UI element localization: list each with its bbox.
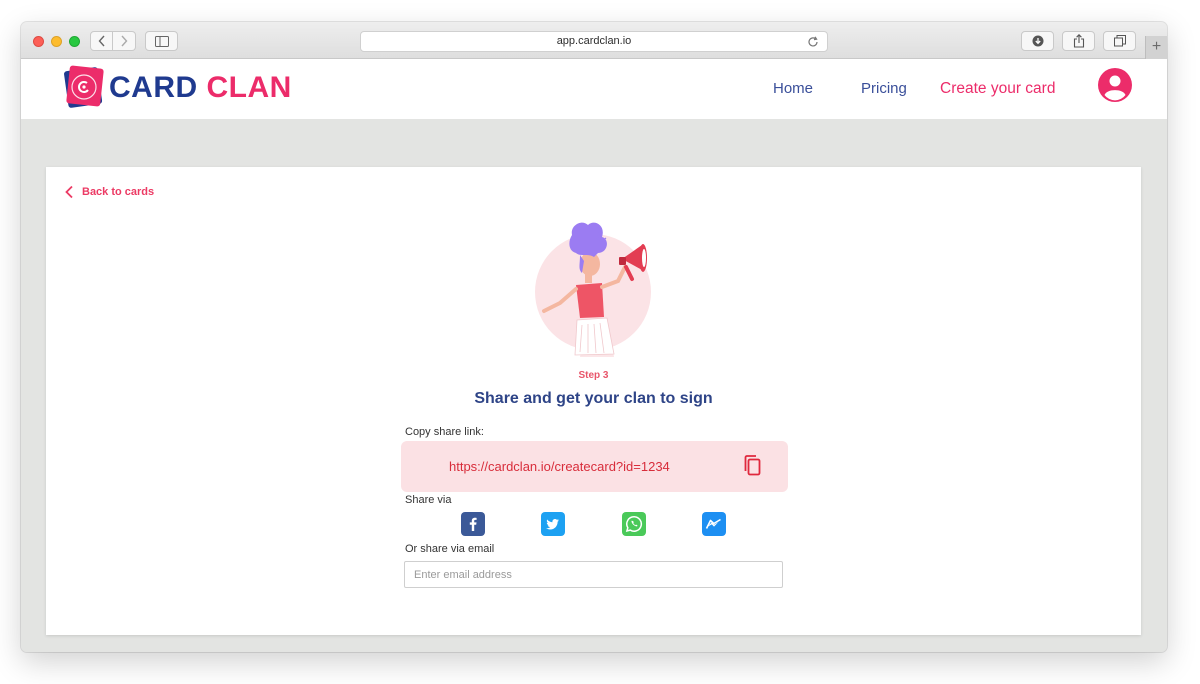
browser-window: app.cardclan.io + CARD CLAN Home Pricing… xyxy=(21,22,1167,652)
back-button[interactable] xyxy=(90,31,113,51)
reload-icon[interactable] xyxy=(807,32,819,54)
share-via-label: Share via xyxy=(405,494,452,506)
share-messenger-button[interactable] xyxy=(702,512,726,536)
share-whatsapp-button[interactable] xyxy=(622,512,646,536)
email-input[interactable] xyxy=(404,561,783,588)
share-page-button[interactable] xyxy=(1062,31,1095,51)
user-avatar[interactable] xyxy=(1098,68,1132,102)
logo[interactable]: CARD CLAN xyxy=(62,64,362,114)
downloads-button[interactable] xyxy=(1021,31,1054,51)
forward-button[interactable] xyxy=(113,31,136,51)
tabs-overview-button[interactable] xyxy=(1103,31,1136,51)
user-icon xyxy=(1104,75,1126,101)
browser-titlebar: app.cardclan.io + xyxy=(21,22,1167,59)
step-label: Step 3 xyxy=(578,370,609,381)
address-bar[interactable]: app.cardclan.io xyxy=(360,31,828,52)
minimize-window-button[interactable] xyxy=(51,36,62,47)
download-icon xyxy=(1032,35,1043,47)
copy-icon[interactable] xyxy=(742,454,764,478)
email-share-label: Or share via email xyxy=(405,543,495,555)
copy-link-label: Copy share link: xyxy=(405,426,484,438)
chevron-left-icon xyxy=(98,35,105,47)
back-to-cards-label: Back to cards xyxy=(82,186,155,198)
share-twitter-button[interactable] xyxy=(541,512,565,536)
logo-text-card: CARD xyxy=(109,71,198,104)
tabs-icon xyxy=(1113,35,1126,47)
messenger-icon xyxy=(705,518,721,529)
sidebar-icon xyxy=(154,35,169,47)
plus-icon: + xyxy=(1151,38,1162,55)
back-to-cards-link[interactable]: Back to cards xyxy=(64,185,154,199)
site-header: CARD CLAN Home Pricing Create your card xyxy=(21,59,1167,119)
page-title: Share and get your clan to sign xyxy=(474,390,713,407)
share-link-box[interactable]: https://cardclan.io/createcard?id=1234 xyxy=(401,441,788,492)
twitter-icon xyxy=(546,519,559,530)
close-window-button[interactable] xyxy=(33,36,44,47)
new-tab-button[interactable]: + xyxy=(1145,36,1167,59)
logo-text-clan: CLAN xyxy=(206,71,292,104)
whatsapp-icon xyxy=(625,516,643,533)
nav-home[interactable]: Home xyxy=(773,80,813,97)
facebook-icon xyxy=(469,517,477,531)
nav-pricing[interactable]: Pricing xyxy=(861,80,907,97)
megaphone-illustration xyxy=(535,222,651,357)
nav-create-card[interactable]: Create your card xyxy=(940,80,1055,98)
address-bar-url: app.cardclan.io xyxy=(556,35,632,47)
logo-mark-icon xyxy=(64,65,104,108)
share-facebook-button[interactable] xyxy=(461,512,485,536)
share-card: Back to cards Step 3 Share and get your … xyxy=(46,167,1141,635)
chevron-right-icon xyxy=(121,35,128,47)
logo-text: CARD CLAN xyxy=(109,71,292,105)
share-link-text[interactable]: https://cardclan.io/createcard?id=1234 xyxy=(449,459,670,474)
chevron-left-icon xyxy=(65,185,73,199)
sidebar-toggle-button[interactable] xyxy=(145,31,178,51)
share-icon xyxy=(1073,34,1084,48)
maximize-window-button[interactable] xyxy=(69,36,80,47)
